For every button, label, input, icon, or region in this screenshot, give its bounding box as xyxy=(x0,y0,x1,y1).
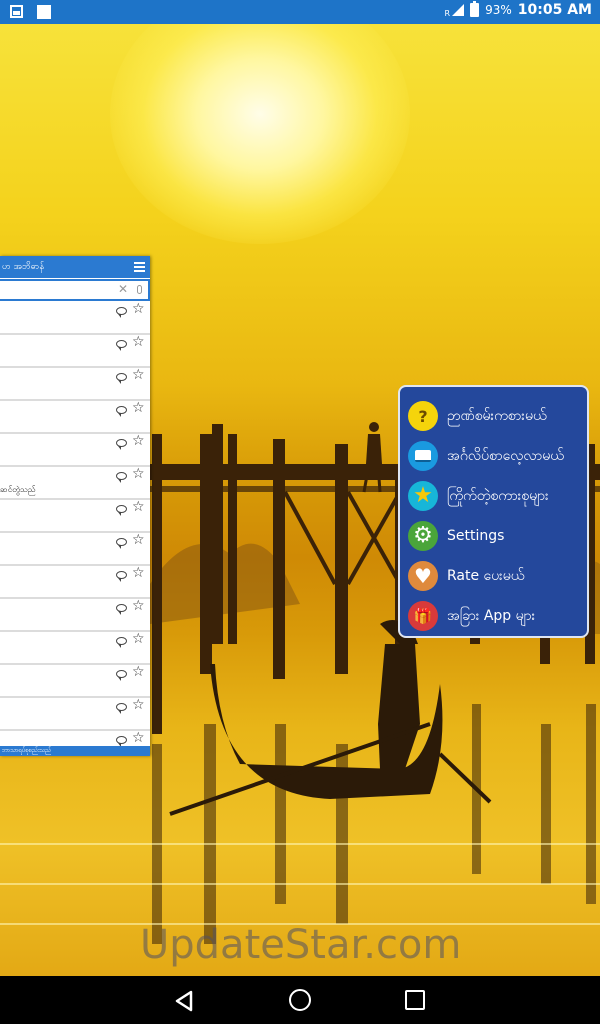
speech-bubble-icon[interactable] xyxy=(116,505,127,516)
navigation-bar xyxy=(0,976,600,1024)
speech-bubble-icon[interactable] xyxy=(116,439,127,450)
star-outline-icon[interactable]: ☆ xyxy=(132,433,145,449)
menu-item-favorites[interactable]: ★ ကြိုက်တဲ့စကားစုများ xyxy=(400,476,587,516)
speech-bubble-icon[interactable] xyxy=(116,307,127,318)
speech-bubble-icon[interactable] xyxy=(116,736,127,747)
heart-icon: ♥ xyxy=(408,561,438,591)
menu-item-settings[interactable]: ⚙ Settings xyxy=(400,516,587,556)
list-item[interactable]: ဆင်တွဲသည် ☆ xyxy=(0,466,150,500)
list-item[interactable]: ☆ xyxy=(0,433,150,467)
menu-item-label: ကြိုက်တဲ့စကားစုများ xyxy=(447,487,549,504)
gear-icon: ⚙ xyxy=(408,521,438,551)
watermark-text: UpdateStar.com xyxy=(140,922,462,968)
menu-item-other-apps[interactable]: 🎁 အခြား App များ xyxy=(400,596,587,636)
speech-bubble-icon[interactable] xyxy=(116,538,127,549)
microphone-icon[interactable] xyxy=(137,285,142,294)
list-item[interactable]: ☆ xyxy=(0,367,150,401)
signal-icon xyxy=(452,4,465,16)
back-button[interactable] xyxy=(174,990,194,1012)
list-item-text: ဆင်တွဲသည် xyxy=(0,485,36,494)
list-item[interactable]: ☆ xyxy=(0,565,150,599)
star-outline-icon[interactable]: ☆ xyxy=(132,697,145,713)
menu-item-label: ဉာဏ်စမ်းကစားမယ် xyxy=(447,407,547,424)
speech-bubble-icon[interactable] xyxy=(116,373,127,384)
list-item[interactable]: ☆ xyxy=(0,334,150,368)
star-icon: ★ xyxy=(408,481,438,511)
speech-bubble-icon[interactable] xyxy=(116,571,127,582)
speech-bubble-icon[interactable] xyxy=(116,670,127,681)
menu-item-label: အင်္ဂလိပ်စာလေ့လာမယ် xyxy=(447,447,564,464)
battery-percent: 93% xyxy=(485,3,512,17)
speech-bubble-icon[interactable] xyxy=(116,637,127,648)
status-bar: R 93% 10:05 AM xyxy=(0,0,600,24)
gallery-notification-icon xyxy=(10,5,23,18)
star-outline-icon[interactable]: ☆ xyxy=(132,631,145,647)
star-outline-icon[interactable]: ☆ xyxy=(132,466,145,482)
speech-bubble-icon[interactable] xyxy=(116,406,127,417)
menu-item-label: Settings xyxy=(447,528,505,544)
list-item[interactable]: ☆ xyxy=(0,697,150,731)
list-item[interactable]: ☆ xyxy=(0,598,150,632)
roaming-indicator: R xyxy=(444,8,451,18)
widget-title: ဟ အဘိဓာန် xyxy=(2,262,45,272)
star-outline-icon[interactable]: ☆ xyxy=(132,664,145,680)
list-item[interactable]: ☆ xyxy=(0,499,150,533)
gift-icon: 🎁 xyxy=(408,601,438,631)
recent-apps-button[interactable] xyxy=(405,990,425,1010)
app-notification-icon xyxy=(37,5,51,19)
list-item[interactable]: ☆ xyxy=(0,400,150,434)
quiz-face-icon: ? xyxy=(408,401,438,431)
menu-item-quiz[interactable]: ? ဉာဏ်စမ်းကစားမယ် xyxy=(400,396,587,436)
list-item[interactable]: ☆ xyxy=(0,664,150,698)
word-list: ☆ ☆ ☆ ☆ ☆ ဆင်တွဲသည် ☆ ☆ ☆ ☆ ☆ ☆ ☆ ☆ ☆ xyxy=(0,301,150,756)
star-outline-icon[interactable]: ☆ xyxy=(132,598,145,614)
menu-item-learn-english[interactable]: အင်္ဂလိပ်စာလေ့လာမယ် xyxy=(400,436,587,476)
list-item[interactable]: ☆ xyxy=(0,301,150,335)
menu-item-rate[interactable]: ♥ Rate ပေးမယ် xyxy=(400,556,587,596)
book-icon xyxy=(408,441,438,471)
speech-bubble-icon[interactable] xyxy=(116,340,127,351)
star-outline-icon[interactable]: ☆ xyxy=(132,301,145,317)
widget-header: ဟ အဘိဓာန် xyxy=(0,256,150,278)
star-outline-icon[interactable]: ☆ xyxy=(132,499,145,515)
star-outline-icon[interactable]: ☆ xyxy=(132,565,145,581)
star-outline-icon[interactable]: ☆ xyxy=(132,400,145,416)
menu-item-label: အခြား App များ xyxy=(447,607,536,624)
menu-item-label: Rate ပေးမယ် xyxy=(447,567,525,584)
battery-icon xyxy=(470,1,480,17)
widget-footer: ဘာသာရပ်စုစည်းသည် xyxy=(0,746,150,756)
dictionary-widget[interactable]: ဟ အဘိဓာန် ✕ ☆ ☆ ☆ ☆ ☆ ဆင်တွဲသည် ☆ ☆ ☆ ☆ ☆ ☆ ☆ ☆ ☆ ဘာသာ… xyxy=(0,256,150,756)
star-outline-icon[interactable]: ☆ xyxy=(132,334,145,350)
widget-search-input[interactable]: ✕ xyxy=(0,279,150,301)
home-button[interactable] xyxy=(289,989,311,1011)
clear-icon[interactable]: ✕ xyxy=(118,282,128,296)
star-outline-icon[interactable]: ☆ xyxy=(132,367,145,383)
list-item[interactable]: ☆ xyxy=(0,532,150,566)
list-item[interactable]: ☆ xyxy=(0,631,150,665)
star-outline-icon[interactable]: ☆ xyxy=(132,730,145,746)
star-outline-icon[interactable]: ☆ xyxy=(132,532,145,548)
menu-icon[interactable] xyxy=(134,262,145,272)
speech-bubble-icon[interactable] xyxy=(116,604,127,615)
clock: 10:05 AM xyxy=(517,2,592,18)
speech-bubble-icon[interactable] xyxy=(116,472,127,483)
speech-bubble-icon[interactable] xyxy=(116,703,127,714)
quick-menu: ? ဉာဏ်စမ်းကစားမယ် အင်္ဂလိပ်စာလေ့လာမယ် ★ … xyxy=(398,385,589,638)
